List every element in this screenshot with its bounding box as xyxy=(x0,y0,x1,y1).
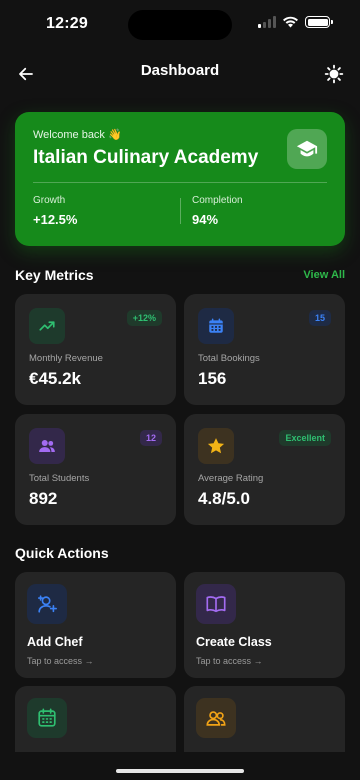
welcome-card: Welcome back 👋 Italian Culinary Academy … xyxy=(15,112,345,246)
calendar-icon xyxy=(198,308,234,344)
signal-icon xyxy=(258,16,276,28)
metric-value: 156 xyxy=(198,369,227,388)
metric-value: €45.2k xyxy=(29,369,81,388)
status-bar: 12:29 xyxy=(0,0,360,50)
metric-label: Total Bookings xyxy=(198,353,260,364)
action-subtitle: Tap to access → xyxy=(196,656,263,666)
theme-toggle-button[interactable] xyxy=(322,62,346,86)
status-time: 12:29 xyxy=(46,15,88,32)
quick-actions-heading: Quick Actions xyxy=(15,545,109,561)
action-title: Create Class xyxy=(196,635,272,649)
metric-value: 892 xyxy=(29,489,58,508)
metric-value: 4.8/5.0 xyxy=(198,489,250,508)
view-all-link[interactable]: View All xyxy=(303,269,345,281)
completion-value: 94% xyxy=(192,212,219,227)
metric-label: Monthly Revenue xyxy=(29,353,103,364)
status-badge: 15 xyxy=(308,310,331,326)
sun-icon xyxy=(324,64,344,84)
metric-card-students[interactable]: 12 Total Students 892 xyxy=(15,414,176,525)
growth-value: +12.5% xyxy=(33,212,78,227)
growth-label: Growth xyxy=(33,195,66,206)
status-badge: +12% xyxy=(126,310,162,326)
users-icon xyxy=(196,698,236,738)
action-subtitle: Tap to access → xyxy=(27,656,94,666)
wifi-icon xyxy=(283,16,298,28)
bottom-safe-area xyxy=(0,752,360,780)
metric-card-bookings[interactable]: 15 Total Bookings 156 xyxy=(184,294,345,405)
academy-name: Italian Culinary Academy xyxy=(33,147,259,168)
trending-up-icon xyxy=(29,308,65,344)
page-title: Dashboard xyxy=(140,62,220,79)
metric-label: Average Rating xyxy=(198,473,264,484)
users-icon xyxy=(29,428,65,464)
star-icon xyxy=(198,428,234,464)
status-icons xyxy=(258,16,333,28)
key-metrics-heading: Key Metrics xyxy=(15,267,94,283)
add-chef-button[interactable]: Add Chef Tap to access → xyxy=(15,572,176,678)
action-title: Add Chef xyxy=(27,635,83,649)
header: Dashboard xyxy=(0,56,360,92)
create-class-button[interactable]: Create Class Tap to access → xyxy=(184,572,345,678)
book-icon xyxy=(196,584,236,624)
battery-icon xyxy=(305,16,333,28)
metric-label: Total Students xyxy=(29,473,90,484)
status-badge: Excellent xyxy=(279,430,331,446)
graduation-cap-icon xyxy=(287,129,327,169)
hero-stat-divider xyxy=(180,198,181,224)
metric-card-rating[interactable]: Excellent Average Rating 4.8/5.0 xyxy=(184,414,345,525)
home-indicator[interactable] xyxy=(116,769,244,773)
add-user-icon xyxy=(27,584,67,624)
completion-label: Completion xyxy=(192,195,243,206)
metric-card-revenue[interactable]: +12% Monthly Revenue €45.2k xyxy=(15,294,176,405)
welcome-text: Welcome back 👋 xyxy=(33,129,122,141)
hero-divider xyxy=(33,182,327,183)
dynamic-island xyxy=(128,10,232,40)
status-badge: 12 xyxy=(139,430,162,446)
calendar-grid-icon xyxy=(27,698,67,738)
